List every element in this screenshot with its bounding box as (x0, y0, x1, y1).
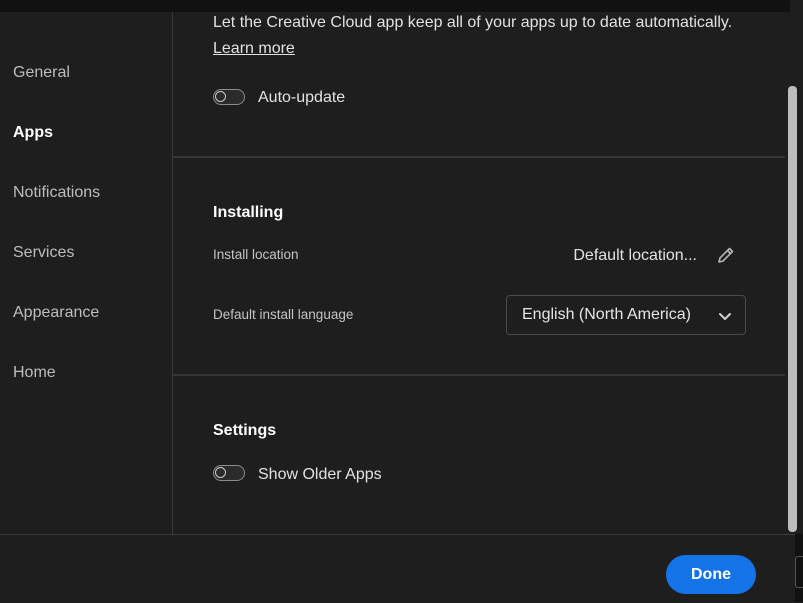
auto-update-toggle[interactable] (213, 89, 245, 105)
sidebar-item-notifications[interactable]: Notifications (13, 184, 100, 202)
settings-title: Settings (213, 422, 277, 439)
section-divider (173, 156, 785, 158)
toggle-knob (215, 467, 226, 478)
sidebar-item-apps[interactable]: Apps (13, 124, 53, 142)
sidebar-item-appearance[interactable]: Appearance (13, 304, 99, 322)
install-language-dropdown[interactable]: English (North America) (506, 295, 746, 335)
done-button[interactable]: Done (666, 555, 756, 594)
sidebar-item-general[interactable]: General (13, 64, 70, 82)
install-location-label: Install location (213, 247, 299, 262)
learn-more-link[interactable]: Learn more (213, 40, 295, 58)
apps-settings-panel: Let the Creative Cloud app keep all of y… (173, 12, 785, 534)
install-language-label: Default install language (213, 307, 354, 322)
window-top-bar (0, 0, 790, 12)
install-location-value[interactable]: Default location... (573, 247, 697, 265)
sidebar-item-services[interactable]: Services (13, 244, 74, 262)
background-window-fragment (795, 556, 803, 588)
preferences-sidebar: General Apps Notifications Services Appe… (0, 12, 173, 534)
auto-update-description: Let the Creative Cloud app keep all of y… (213, 14, 733, 31)
auto-update-label[interactable]: Auto-update (258, 89, 345, 107)
scrollbar-thumb[interactable] (788, 86, 797, 532)
section-divider (173, 374, 785, 376)
installing-title: Installing (213, 204, 284, 221)
toggle-knob (215, 91, 226, 102)
chevron-down-icon (719, 313, 731, 320)
pencil-icon[interactable] (716, 245, 736, 265)
show-older-apps-toggle[interactable] (213, 465, 245, 481)
sidebar-item-home[interactable]: Home (13, 364, 56, 382)
show-older-apps-label[interactable]: Show Older Apps (258, 466, 382, 484)
install-language-value: English (North America) (522, 306, 691, 323)
